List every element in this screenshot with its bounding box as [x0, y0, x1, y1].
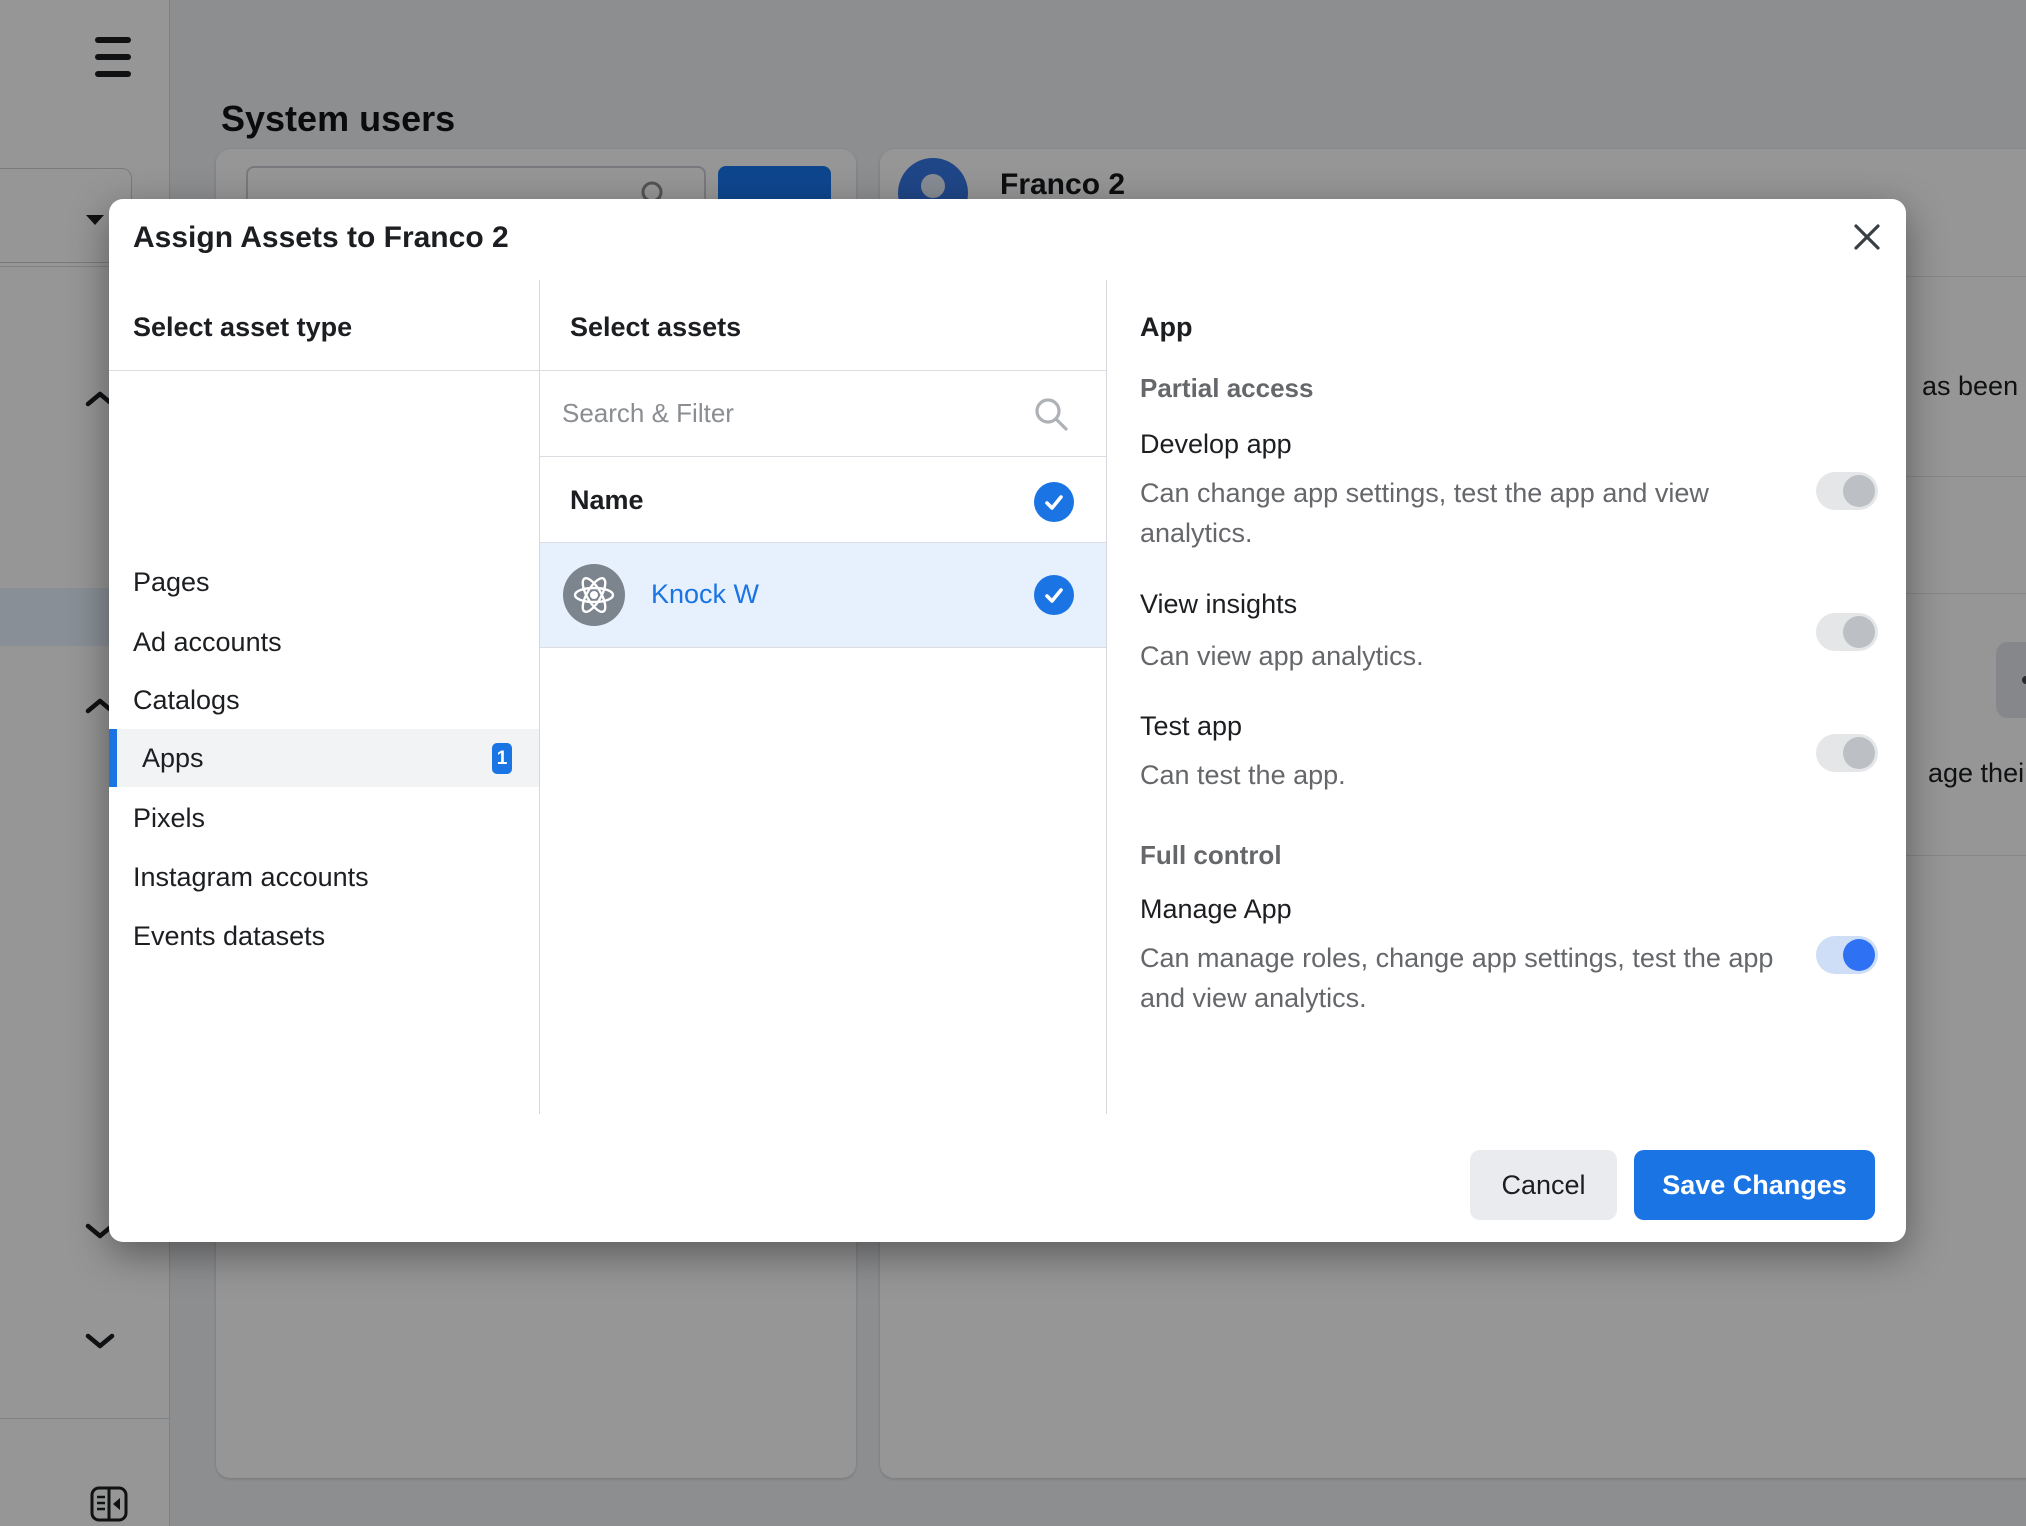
develop-app-toggle[interactable]	[1816, 472, 1878, 510]
permission-label-develop-app: Develop app	[1140, 429, 1292, 460]
check-icon[interactable]	[1034, 575, 1074, 615]
close-icon[interactable]	[1851, 221, 1883, 253]
permission-description: Can view app analytics.	[1140, 636, 1790, 676]
dialog-title: Assign Assets to Franco 2	[133, 221, 509, 255]
search-input[interactable]	[560, 388, 1000, 438]
test-app-toggle[interactable]	[1816, 734, 1878, 772]
permissions-column-header: App	[1140, 312, 1192, 343]
asset-name: Knock W	[651, 579, 759, 610]
save-changes-button[interactable]: Save Changes	[1634, 1150, 1875, 1220]
screen: System users Franco 2 as been gr age the…	[0, 0, 2026, 1526]
permission-label-manage-app: Manage App	[1140, 894, 1292, 925]
asset-type-pages[interactable]: Pages	[109, 553, 539, 611]
selected-indicator-bar	[109, 729, 117, 787]
asset-type-pixels[interactable]: Pixels	[109, 789, 539, 847]
assign-assets-dialog: Assign Assets to Franco 2 Select asset t…	[109, 199, 1906, 1242]
select-all-check-icon[interactable]	[1034, 482, 1074, 522]
asset-type-column-header: Select asset type	[133, 312, 352, 343]
section-title-partial-access: Partial access	[1140, 373, 1313, 404]
column-divider	[1106, 280, 1107, 1114]
permission-label-view-insights: View insights	[1140, 589, 1297, 620]
header-divider	[109, 370, 539, 371]
permission-description: Can change app settings, test the app an…	[1140, 473, 1790, 553]
asset-search	[539, 371, 1106, 456]
assets-column-header: Select assets	[570, 312, 741, 343]
name-column-header: Name	[570, 485, 644, 516]
permission-description: Can manage roles, change app settings, t…	[1140, 938, 1790, 1018]
app-atom-icon	[563, 564, 625, 626]
search-divider	[539, 456, 1106, 457]
view-insights-toggle[interactable]	[1816, 613, 1878, 651]
permission-description: Can test the app.	[1140, 755, 1790, 795]
asset-type-ad-accounts[interactable]: Ad accounts	[109, 613, 539, 671]
asset-type-events-datasets[interactable]: Events datasets	[109, 907, 539, 965]
asset-row-knock-w[interactable]: Knock W	[540, 543, 1106, 647]
count-badge: 1	[492, 743, 512, 774]
asset-type-catalogs[interactable]: Catalogs	[109, 671, 539, 729]
asset-type-instagram-accounts[interactable]: Instagram accounts	[109, 848, 539, 906]
cancel-button[interactable]: Cancel	[1470, 1150, 1617, 1220]
search-icon	[1034, 397, 1070, 433]
asset-type-apps[interactable]: Apps 1	[109, 729, 539, 787]
manage-app-toggle[interactable]	[1816, 936, 1878, 974]
section-title-full-control: Full control	[1140, 840, 1282, 871]
permission-label-test-app: Test app	[1140, 711, 1242, 742]
row-divider	[539, 647, 1106, 648]
